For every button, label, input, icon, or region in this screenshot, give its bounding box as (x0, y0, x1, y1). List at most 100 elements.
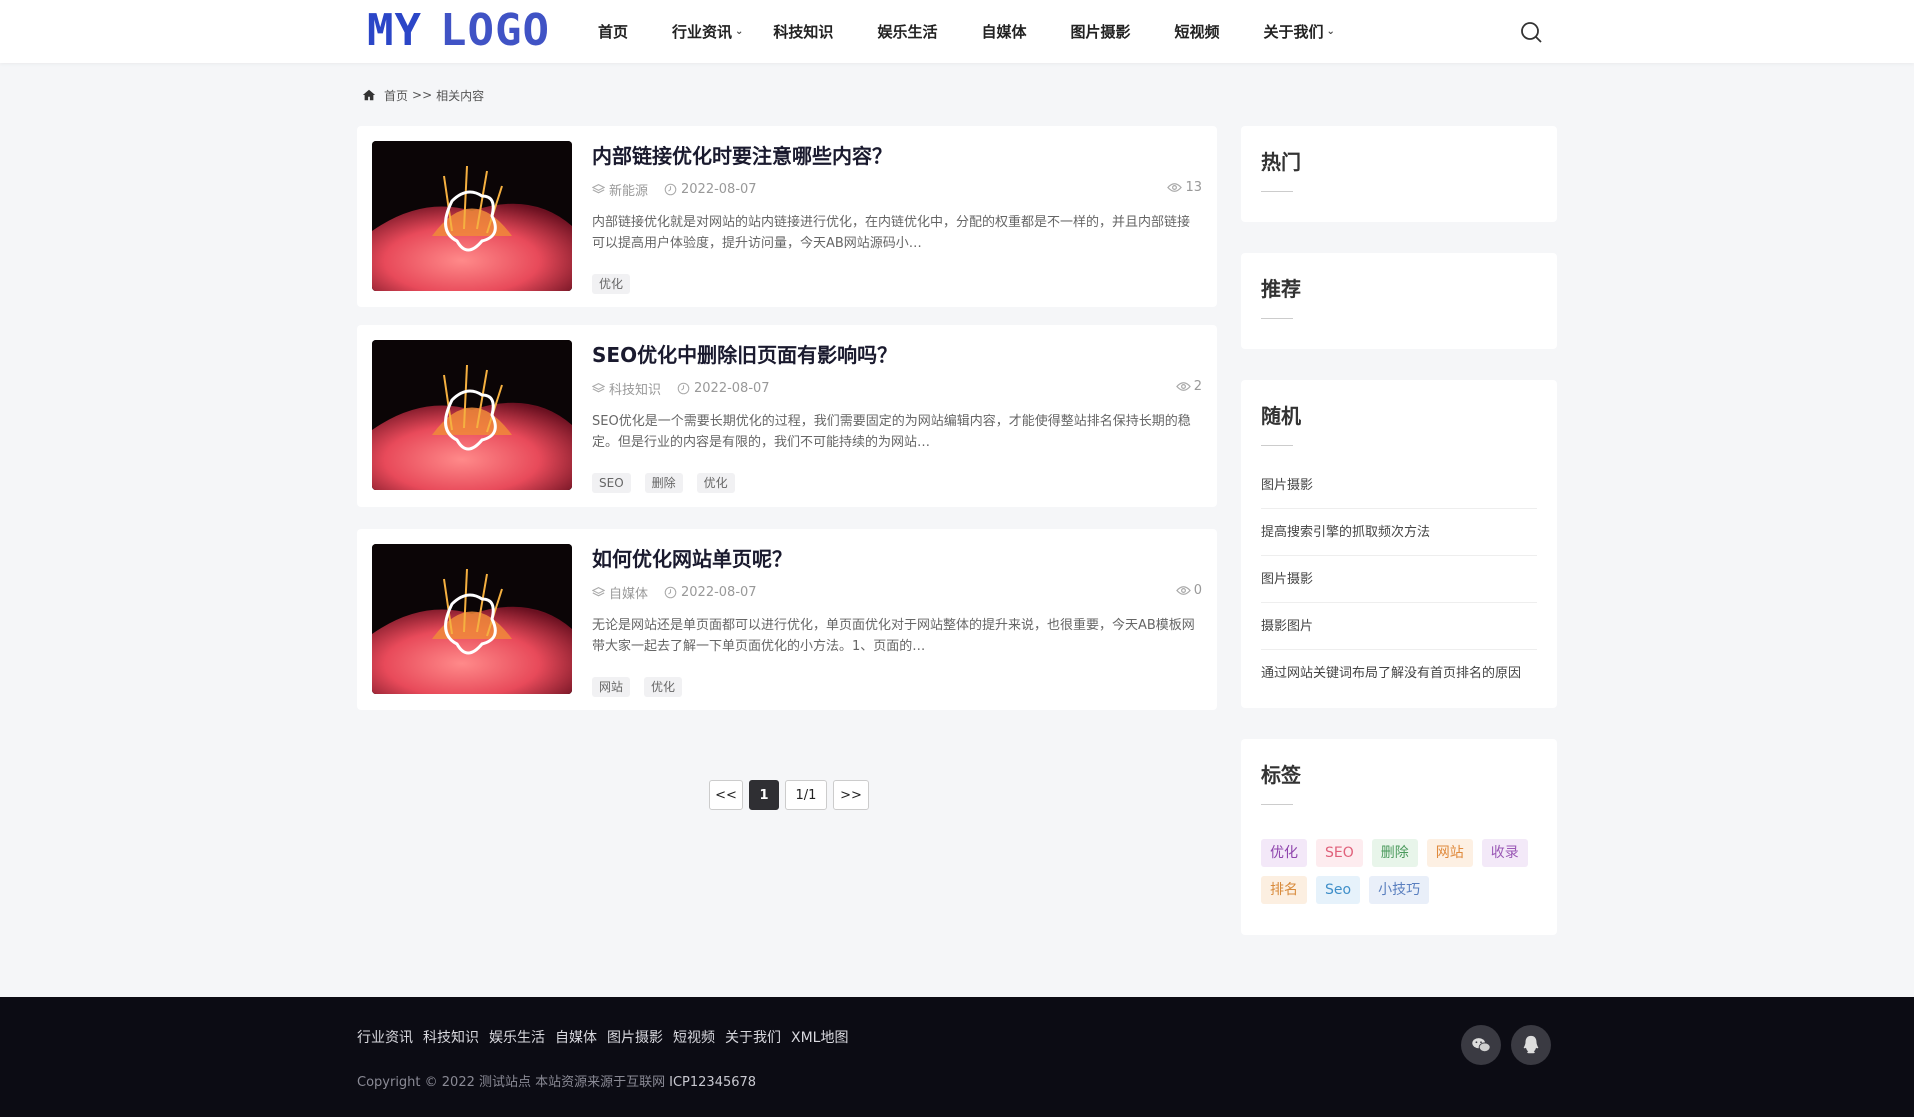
article-views: 2 (1175, 379, 1202, 394)
tag-item[interactable]: 排名 (1261, 876, 1307, 904)
divider (1261, 804, 1293, 805)
nav-item-home[interactable]: 首页 (598, 21, 628, 42)
article-card: SEO优化中删除旧页面有影响吗？ 科技知识 2022-08-07 2 SEO优化… (357, 325, 1217, 507)
article-title[interactable]: 内部链接优化时要注意哪些内容？ (592, 140, 892, 169)
article-tag[interactable]: SEO (592, 473, 631, 493)
prev-page-button[interactable]: << (709, 780, 743, 810)
article-card: 如何优化网站单页呢？ 自媒体 2022-08-07 0 无论是网站还是单页面都可… (357, 529, 1217, 710)
article-meta: 科技知识 2022-08-07 (592, 379, 770, 398)
clock-icon (677, 382, 690, 395)
qq-icon[interactable] (1511, 1025, 1551, 1065)
article-category[interactable]: 新能源 (609, 180, 648, 199)
list-item[interactable]: 提高搜索引擎的抓取频次方法 (1261, 509, 1537, 556)
article-tag[interactable]: 优化 (696, 473, 735, 493)
flower-image (372, 544, 572, 694)
tag-item[interactable]: 小技巧 (1369, 876, 1430, 904)
widget-title: 随机 (1261, 404, 1301, 428)
footer-link[interactable]: 科技知识 (423, 1027, 479, 1047)
nav-item-photo[interactable]: 图片摄影 (1070, 21, 1130, 42)
divider (1261, 445, 1293, 446)
footer-nav: 行业资讯 科技知识 娱乐生活 自媒体 图片摄影 短视频 关于我们 XML地图 (357, 1027, 848, 1047)
footer-link[interactable]: 短视频 (673, 1027, 715, 1047)
article-title[interactable]: SEO优化中删除旧页面有影响吗？ (592, 339, 897, 368)
icp-link[interactable]: ICP12345678 (669, 1075, 756, 1090)
tag-item[interactable]: 收录 (1481, 839, 1528, 867)
layers-icon (592, 383, 605, 393)
list-item[interactable]: 图片摄影 (1261, 462, 1537, 509)
tag-cloud: 优化 SEO 删除 网站 收录 排名 Seo 小技巧 (1261, 839, 1551, 913)
article-category[interactable]: 科技知识 (609, 379, 661, 398)
widget-random: 随机 图片摄影 提高搜索引擎的抓取频次方法 图片摄影 摄影图片 通过网站关键词布… (1241, 380, 1557, 708)
article-thumbnail[interactable] (372, 544, 572, 694)
article-thumbnail[interactable] (372, 340, 572, 490)
footer-link[interactable]: 行业资讯 (357, 1027, 413, 1047)
article-excerpt: 内部链接优化就是对网站的站内链接进行优化，在内链优化中，分配的权重都是不一样的，… (592, 215, 1191, 251)
article-category[interactable]: 自媒体 (609, 583, 648, 602)
widget-title: 推荐 (1261, 277, 1301, 301)
article-meta: 新能源 2022-08-07 (592, 180, 757, 199)
eye-icon (1175, 382, 1191, 391)
article-thumbnail[interactable] (372, 141, 572, 291)
nav-item-video[interactable]: 短视频 (1174, 21, 1219, 42)
widget-hot: 热门 (1241, 126, 1557, 222)
wechat-icon[interactable] (1461, 1025, 1501, 1065)
article-date: 2022-08-07 (694, 381, 770, 396)
chevron-down-icon: ⌄ (1326, 26, 1335, 37)
copyright: Copyright © 2022 测试站点 本站资源来源于互联网 ICP12345… (357, 1075, 757, 1090)
next-page-button[interactable]: >> (833, 780, 869, 810)
article-excerpt: SEO优化是一个需要长期优化的过程，我们需要固定的为网站编辑内容，才能使得整站排… (592, 414, 1191, 450)
footer-link[interactable]: 关于我们 (725, 1027, 781, 1047)
home-icon (362, 89, 376, 101)
list-item[interactable]: 摄影图片 (1261, 603, 1537, 650)
site-header: MY LOGO 首页 行业资讯 ⌄ 科技知识 娱乐生活 自媒体 图片摄影 短视频 关… (0, 0, 1914, 63)
article-tags: 网站 优化 (592, 677, 696, 697)
article-title[interactable]: 如何优化网站单页呢？ (592, 543, 792, 572)
tag-item[interactable]: 优化 (1261, 839, 1307, 867)
widget-title: 标签 (1261, 763, 1301, 787)
site-logo[interactable]: MY LOGO (367, 6, 550, 56)
footer-link[interactable]: XML地图 (791, 1027, 848, 1047)
article-views: 0 (1175, 583, 1202, 598)
divider (1261, 318, 1293, 319)
breadcrumb-home[interactable]: 首页 (384, 87, 408, 104)
site-footer: 行业资讯 科技知识 娱乐生活 自媒体 图片摄影 短视频 关于我们 XML地图 C… (0, 997, 1914, 1117)
search-icon[interactable] (1519, 20, 1543, 44)
tag-item[interactable]: 网站 (1426, 839, 1473, 867)
article-card: 内部链接优化时要注意哪些内容？ 新能源 2022-08-07 13 内部链接优化… (357, 126, 1217, 307)
article-date: 2022-08-07 (681, 182, 757, 197)
nav-item-media[interactable]: 自媒体 (981, 21, 1026, 42)
tag-item[interactable]: Seo (1316, 876, 1361, 904)
flower-image (372, 340, 572, 490)
breadcrumb-separator: >> (412, 88, 433, 102)
chevron-down-icon: ⌄ (735, 26, 744, 37)
nav-item-industry[interactable]: 行业资讯 ⌄ (672, 21, 743, 42)
article-tags: SEO 删除 优化 (592, 473, 749, 493)
article-excerpt: 无论是网站还是单页面都可以进行优化，单页面优化对于网站整体的提升来说，也很重要，… (592, 618, 1195, 654)
article-tags: 优化 (592, 274, 644, 294)
nav-item-tech[interactable]: 科技知识 (773, 21, 833, 42)
nav-item-entertainment[interactable]: 娱乐生活 (877, 21, 937, 42)
nav-item-about[interactable]: 关于我们 ⌄ (1264, 21, 1335, 42)
layers-icon (592, 587, 605, 597)
breadcrumb: 首页 >> 相关内容 (362, 86, 484, 104)
article-tag[interactable]: 删除 (644, 473, 683, 493)
main-nav: 首页 行业资讯 ⌄ 科技知识 娱乐生活 自媒体 图片摄影 短视频 关于我们 ⌄ (598, 0, 1335, 63)
article-tag[interactable]: 优化 (592, 274, 631, 294)
article-views: 13 (1167, 180, 1202, 195)
eye-icon (1175, 586, 1191, 595)
list-item[interactable]: 通过网站关键词布局了解没有首页排名的原因 (1261, 650, 1537, 697)
article-tag[interactable]: 网站 (592, 677, 631, 697)
list-item[interactable]: 图片摄影 (1261, 556, 1537, 603)
eye-icon (1167, 183, 1183, 192)
random-list: 图片摄影 提高搜索引擎的抓取频次方法 图片摄影 摄影图片 通过网站关键词布局了解… (1261, 462, 1537, 697)
logo-text-right: LOGO (439, 5, 550, 56)
footer-link[interactable]: 娱乐生活 (489, 1027, 545, 1047)
tag-item[interactable]: SEO (1316, 839, 1363, 867)
footer-link[interactable]: 图片摄影 (607, 1027, 663, 1047)
article-tag[interactable]: 优化 (644, 677, 683, 697)
page-number-current[interactable]: 1 (749, 780, 779, 810)
logo-text-left: MY (367, 5, 422, 56)
tag-item[interactable]: 删除 (1371, 839, 1418, 867)
article-meta: 自媒体 2022-08-07 (592, 583, 757, 602)
footer-link[interactable]: 自媒体 (555, 1027, 597, 1047)
